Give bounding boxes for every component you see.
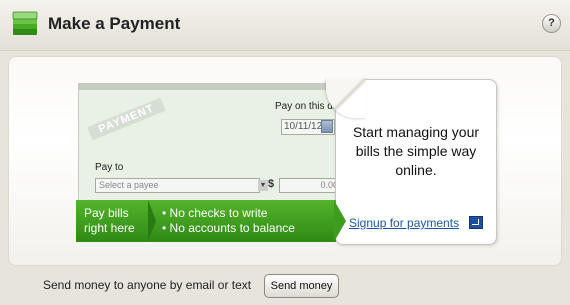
page-title: Make a Payment bbox=[48, 14, 181, 33]
banner-bullets: • No checks to write • No accounts to ba… bbox=[162, 206, 295, 236]
money-stack-icon bbox=[12, 11, 38, 35]
check-watermark: PAYMENT bbox=[87, 97, 166, 141]
help-button[interactable]: ? bbox=[542, 14, 561, 33]
amount-field[interactable]: 0.00 bbox=[279, 178, 343, 193]
send-money-button[interactable]: Send money bbox=[264, 274, 339, 298]
green-banner: Pay bills right here • No checks to writ… bbox=[76, 200, 336, 242]
payee-placeholder: Select a payee bbox=[99, 180, 159, 190]
pay-to-label: Pay to bbox=[95, 162, 124, 173]
check-top-strip bbox=[79, 84, 364, 90]
banner-tip bbox=[334, 200, 346, 242]
banner-separator bbox=[148, 200, 156, 242]
chevron-down-icon[interactable]: ▼ bbox=[258, 180, 268, 191]
banner-bullet: • No accounts to balance bbox=[162, 221, 295, 235]
signup-link[interactable]: Signup for payments bbox=[349, 216, 459, 230]
banner-headline: Pay bills right here bbox=[84, 206, 135, 235]
external-arrow-icon[interactable] bbox=[469, 216, 483, 229]
send-money-text: Send money to anyone by email or text bbox=[43, 278, 252, 292]
callout-text: Start managing your bills the simple way… bbox=[352, 124, 480, 178]
currency-symbol: $ bbox=[268, 178, 275, 190]
header: Make a Payment ? bbox=[0, 0, 570, 51]
payment-panel: PAYMENT Pay on this date 10/11/12 Pay to… bbox=[8, 56, 562, 266]
banner-bullet: • No checks to write bbox=[162, 206, 268, 220]
calendar-icon[interactable] bbox=[321, 120, 333, 133]
payee-select[interactable]: Select a payee ▼ bbox=[95, 178, 268, 193]
